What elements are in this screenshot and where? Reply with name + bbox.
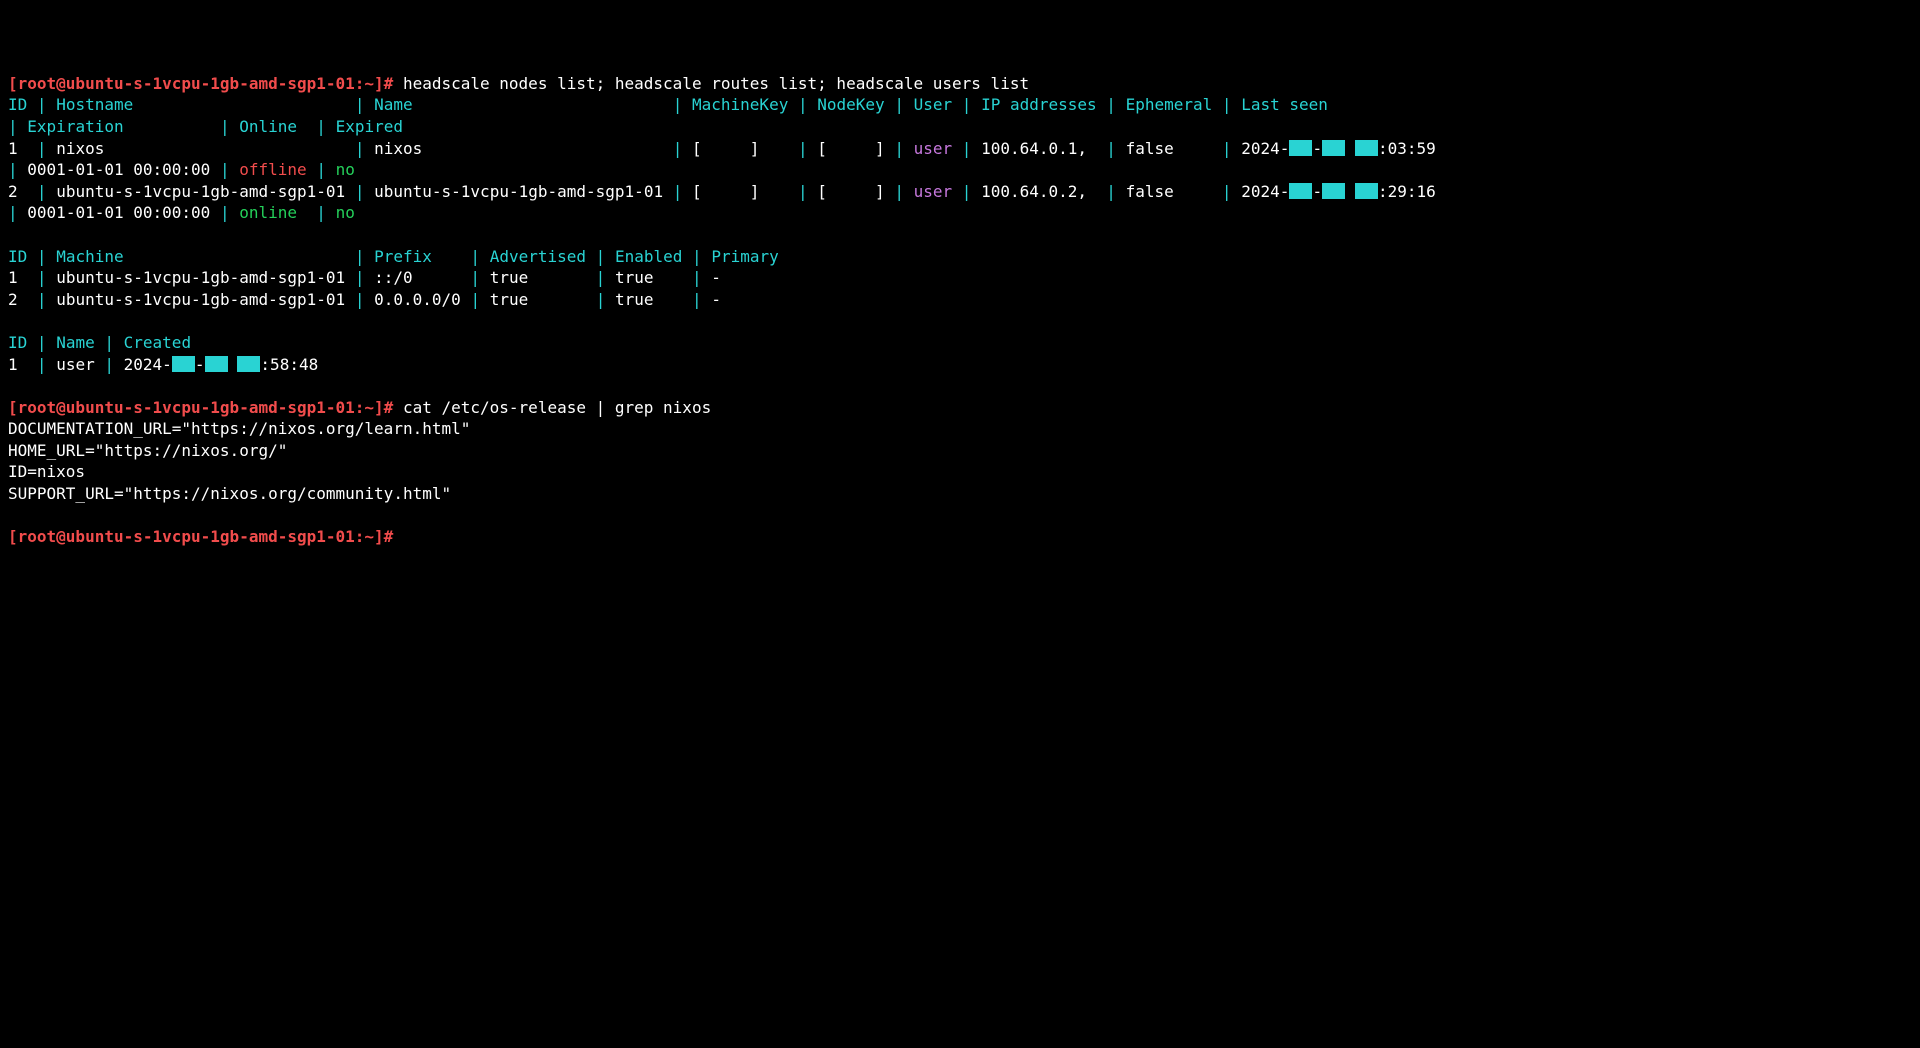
routes-header-id: ID	[8, 247, 27, 266]
command-2: cat /etc/os-release | grep nixos	[403, 398, 711, 417]
node-row-2-expired: no	[336, 203, 355, 222]
route-row-1-advertised: true	[490, 268, 529, 287]
prompt: [root@ubuntu-s-1vcpu-1gb-amd-sgp1-01:~]#	[8, 398, 393, 417]
routes-header-machine: Machine	[56, 247, 123, 266]
node-row-2-online: online	[239, 203, 297, 222]
route-row-1-prefix: ::/0	[374, 268, 413, 287]
nodes-header-user: User	[914, 95, 953, 114]
nodes-header-expiration: Expiration	[27, 117, 123, 136]
node-row-1-ephemeral: false	[1126, 139, 1174, 158]
node-row-2-nodekey: [ ]	[817, 182, 884, 201]
nodes-header-ephemeral: Ephemeral	[1126, 95, 1213, 114]
node-row-2-id: 2	[8, 182, 18, 201]
route-row-1-primary: -	[711, 268, 721, 287]
nodes-header-ip: IP addresses	[981, 95, 1097, 114]
routes-header-primary: Primary	[711, 247, 778, 266]
node-row-1-ip: 100.64.0.1,	[981, 139, 1087, 158]
nodes-header-lastseen: Last seen	[1241, 95, 1328, 114]
user-row-1-name: user	[56, 355, 95, 374]
node-row-1-expired: no	[336, 160, 355, 179]
route-row-2-advertised: true	[490, 290, 529, 309]
nodes-header-name: Name	[374, 95, 413, 114]
user-row-1-created: 2024-- :58:48	[124, 355, 319, 374]
routes-header-enabled: Enabled	[615, 247, 682, 266]
command-1: headscale nodes list; headscale routes l…	[403, 74, 1029, 93]
node-row-2-expiration: 0001-01-01 00:00:00	[27, 203, 210, 222]
node-row-1-hostname: nixos	[56, 139, 104, 158]
route-row-2-prefix: 0.0.0.0/0	[374, 290, 461, 309]
terminal[interactable]: [root@ubuntu-s-1vcpu-1gb-amd-sgp1-01:~]#…	[8, 73, 1912, 548]
prompt: [root@ubuntu-s-1vcpu-1gb-amd-sgp1-01:~]#	[8, 74, 393, 93]
nodes-header-online: Online	[239, 117, 297, 136]
os-release-line: SUPPORT_URL="https://nixos.org/community…	[8, 484, 451, 503]
route-row-2-primary: -	[711, 290, 721, 309]
node-row-1-machinekey: [ ]	[692, 139, 759, 158]
users-header-name: Name	[56, 333, 95, 352]
nodes-header-nodekey: NodeKey	[817, 95, 884, 114]
users-header-id: ID	[8, 333, 27, 352]
route-row-2-enabled: true	[615, 290, 654, 309]
route-row-2-machine: ubuntu-s-1vcpu-1gb-amd-sgp1-01	[56, 290, 345, 309]
node-row-2-lastseen: 2024-- :29:16	[1241, 182, 1436, 201]
os-release-line: DOCUMENTATION_URL="https://nixos.org/lea…	[8, 419, 470, 438]
os-release-line: HOME_URL="https://nixos.org/"	[8, 441, 287, 460]
nodes-header-machinekey: MachineKey	[692, 95, 788, 114]
routes-header-prefix: Prefix	[374, 247, 432, 266]
users-header-created: Created	[124, 333, 191, 352]
node-row-1-lastseen: 2024-- :03:59	[1241, 139, 1436, 158]
route-row-1-machine: ubuntu-s-1vcpu-1gb-amd-sgp1-01	[56, 268, 345, 287]
node-row-1-expiration: 0001-01-01 00:00:00	[27, 160, 210, 179]
route-row-1-id: 1	[8, 268, 18, 287]
node-row-2-ephemeral: false	[1126, 182, 1174, 201]
node-row-1-name: nixos	[374, 139, 422, 158]
node-row-2-user: user	[914, 182, 953, 201]
nodes-header-expired: Expired	[336, 117, 403, 136]
node-row-1-nodekey: [ ]	[817, 139, 884, 158]
node-row-2-machinekey: [ ]	[692, 182, 759, 201]
node-row-2-ip: 100.64.0.2,	[981, 182, 1087, 201]
nodes-header-hostname: Hostname	[56, 95, 133, 114]
node-row-1-id: 1	[8, 139, 18, 158]
user-row-1-id: 1	[8, 355, 18, 374]
node-row-2-name: ubuntu-s-1vcpu-1gb-amd-sgp1-01	[374, 182, 663, 201]
node-row-2-hostname: ubuntu-s-1vcpu-1gb-amd-sgp1-01	[56, 182, 345, 201]
nodes-header-id: ID	[8, 95, 27, 114]
route-row-2-id: 2	[8, 290, 18, 309]
routes-header-advertised: Advertised	[490, 247, 586, 266]
os-release-line: ID=nixos	[8, 462, 85, 481]
node-row-1-user: user	[914, 139, 953, 158]
node-row-1-online: offline	[239, 160, 306, 179]
prompt-cursor[interactable]: [root@ubuntu-s-1vcpu-1gb-amd-sgp1-01:~]#	[8, 527, 393, 546]
route-row-1-enabled: true	[615, 268, 654, 287]
